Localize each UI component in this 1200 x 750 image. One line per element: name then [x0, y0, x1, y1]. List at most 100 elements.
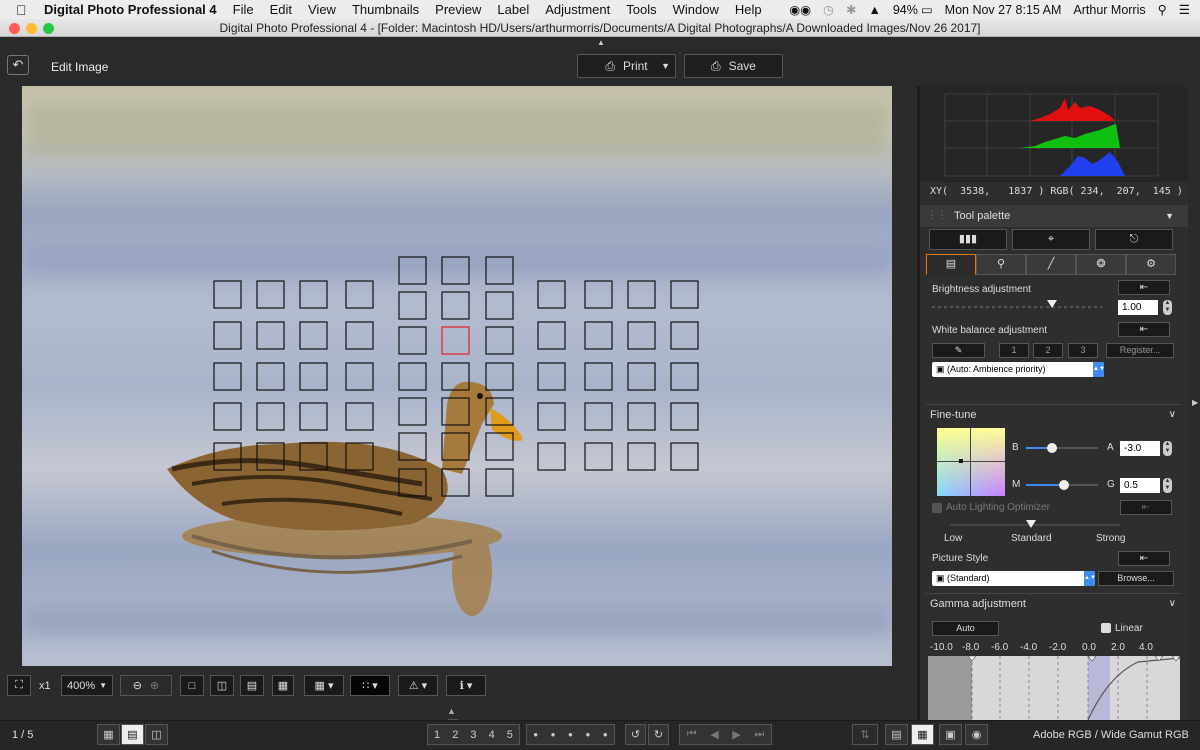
brightness-reset-button[interactable]: ⇤	[1118, 280, 1170, 295]
next-image-icon[interactable]: ▶	[732, 728, 740, 741]
user-name[interactable]: Arthur Morris	[1073, 3, 1145, 17]
rating-4-button[interactable]: 4	[489, 729, 495, 741]
af-point-display-button[interactable]: □	[180, 675, 204, 696]
wifi-icon[interactable]: ▲	[868, 3, 880, 17]
fit-to-window-button[interactable]: ⛶	[7, 675, 31, 696]
wb-preset-2-button[interactable]: 2	[1033, 343, 1063, 358]
edit-view-button[interactable]: ▤	[885, 724, 908, 745]
a-value[interactable]: -3.0	[1120, 441, 1160, 456]
zoom-1x-button[interactable]: x1	[39, 680, 51, 692]
alo-slider-knob[interactable]	[1026, 520, 1036, 528]
tab-basic[interactable]: ▤	[926, 254, 976, 275]
menu-preview[interactable]: Preview	[435, 2, 481, 17]
mg-slider-knob[interactable]	[1059, 480, 1069, 490]
rating-5-button[interactable]: 5	[507, 729, 513, 741]
zoom-out-icon[interactable]: ⊖	[133, 679, 142, 692]
picture-style-browse-button[interactable]: Browse...	[1098, 571, 1174, 586]
menu-window[interactable]: Window	[673, 2, 719, 17]
back-button[interactable]: ↶	[7, 55, 29, 75]
basic-adjust-tool-button[interactable]: ▮▮▮	[929, 229, 1007, 250]
zoom-in-icon[interactable]: ⊕	[150, 679, 159, 692]
gamma-adjustment-header[interactable]: Gamma adjustment ∨	[926, 593, 1182, 613]
save-button[interactable]: ⎙ Save	[684, 54, 783, 78]
highlight-warning-button[interactable]: ⚠ ▾	[398, 675, 438, 696]
wb-preset-1-button[interactable]: 1	[999, 343, 1029, 358]
print-button[interactable]: ⎙ Print ▼	[577, 54, 676, 78]
previous-image-icon[interactable]: ◀	[710, 728, 718, 741]
apple-menu-icon[interactable]: 	[16, 2, 32, 18]
rating-3-button[interactable]: 3	[470, 729, 476, 741]
close-window-button[interactable]	[9, 23, 20, 34]
menubar-clock[interactable]: Mon Nov 27 8:15 AM	[945, 3, 1062, 17]
minimize-window-button[interactable]	[26, 23, 37, 34]
bluetooth-icon[interactable]: ✱	[846, 2, 856, 17]
first-image-icon[interactable]: ⏮	[687, 728, 697, 741]
menu-view[interactable]: View	[308, 2, 336, 17]
menu-edit[interactable]: Edit	[270, 2, 292, 17]
g-stepper[interactable]: ▲ ▼	[1163, 478, 1172, 493]
label-dot-icon[interactable]: ●	[585, 730, 590, 739]
binoculars-icon[interactable]: ◉◉	[789, 2, 811, 17]
white-balance-reset-button[interactable]: ⇤	[1118, 322, 1170, 337]
menu-adjustment[interactable]: Adjustment	[545, 2, 610, 17]
camera-view-button[interactable]: ◉	[965, 724, 988, 745]
color-shift-grid[interactable]	[937, 428, 1005, 496]
image-viewer[interactable]	[22, 86, 892, 666]
tab-color[interactable]: ❂	[1076, 254, 1126, 275]
alo-reset-button[interactable]: ⇤	[1120, 500, 1172, 515]
rating-1-button[interactable]: 1	[434, 729, 440, 741]
color-shift-point[interactable]	[959, 459, 963, 463]
grip-icon[interactable]: ⋮⋮	[927, 205, 947, 227]
zoom-window-button[interactable]	[43, 23, 54, 34]
info-button[interactable]: ℹ ▾	[446, 675, 486, 696]
menu-label[interactable]: Label	[497, 2, 529, 17]
crop-view-button[interactable]: ▣	[939, 724, 962, 745]
menu-thumbnails[interactable]: Thumbnails	[352, 2, 419, 17]
a-stepper[interactable]: ▲ ▼	[1163, 441, 1172, 456]
af-points-toggle-button[interactable]: ∷ ▾	[350, 675, 390, 696]
wb-register-button[interactable]: Register...	[1106, 343, 1174, 358]
fine-tune-header[interactable]: Fine-tune ∨	[926, 404, 1182, 424]
chevron-down-icon[interactable]: ▼	[661, 61, 670, 71]
white-balance-select[interactable]: ▣ (Auto: Ambience priority) ▲▼	[932, 362, 1105, 377]
menu-file[interactable]: File	[233, 2, 254, 17]
picture-style-select[interactable]: ▣ (Standard) ▲▼	[932, 571, 1096, 586]
g-value[interactable]: 0.5	[1120, 478, 1160, 493]
crop-tool-button[interactable]: ⌖	[1012, 229, 1090, 250]
tab-tone-curve[interactable]: ╱	[1026, 254, 1076, 275]
before-after-button[interactable]: ▦	[272, 675, 294, 696]
sync-button[interactable]: ⇅	[852, 724, 878, 745]
split-view-button[interactable]: ▤	[240, 675, 264, 696]
expand-right-icon[interactable]: ▶	[1192, 398, 1198, 407]
filmstrip-view-button[interactable]: ▤	[121, 724, 144, 745]
picture-style-reset-button[interactable]: ⇤	[1118, 551, 1170, 566]
brightness-slider[interactable]	[932, 306, 1102, 308]
image-edit-button[interactable]: ▦	[911, 724, 934, 745]
double-chevron-down-icon[interactable]: ∨	[1169, 594, 1176, 614]
menu-help[interactable]: Help	[735, 2, 762, 17]
thumbnail-view-button[interactable]: ▦	[97, 724, 120, 745]
grid-overlay-button[interactable]: ▦ ▾	[304, 675, 344, 696]
wb-preset-3-button[interactable]: 3	[1068, 343, 1098, 358]
label-dot-icon[interactable]: ●	[551, 730, 556, 739]
tab-settings[interactable]: ⚙	[1126, 254, 1176, 275]
brightness-slider-knob[interactable]	[1047, 300, 1057, 308]
battery-icon[interactable]: ▭	[921, 2, 933, 17]
gamma-linear-checkbox[interactable]	[1101, 623, 1111, 633]
collapse-toolbar-icon[interactable]: ▲	[597, 38, 605, 47]
zoom-select[interactable]: 400% ▼	[61, 675, 113, 696]
eyedropper-button[interactable]: ✎	[932, 343, 985, 358]
brightness-value[interactable]: 1.00	[1118, 300, 1158, 315]
list-view-button[interactable]: ◫	[145, 724, 168, 745]
gamma-auto-button[interactable]: Auto	[932, 621, 999, 636]
tool-palette-header[interactable]: ⋮⋮ Tool palette ▼	[920, 205, 1188, 227]
spotlight-search-icon[interactable]: ⚲	[1158, 2, 1167, 17]
label-dot-icon[interactable]: ●	[533, 730, 538, 739]
double-chevron-down-icon[interactable]: ∨	[1169, 405, 1176, 425]
gamma-curve-graph[interactable]	[928, 656, 1180, 720]
battery-percent[interactable]: 94%	[893, 3, 918, 17]
rotate-right-button[interactable]: ↻	[648, 724, 669, 745]
app-menu[interactable]: Digital Photo Professional 4	[44, 2, 217, 17]
last-image-icon[interactable]: ⏭	[754, 728, 764, 741]
ba-slider-knob[interactable]	[1047, 443, 1057, 453]
